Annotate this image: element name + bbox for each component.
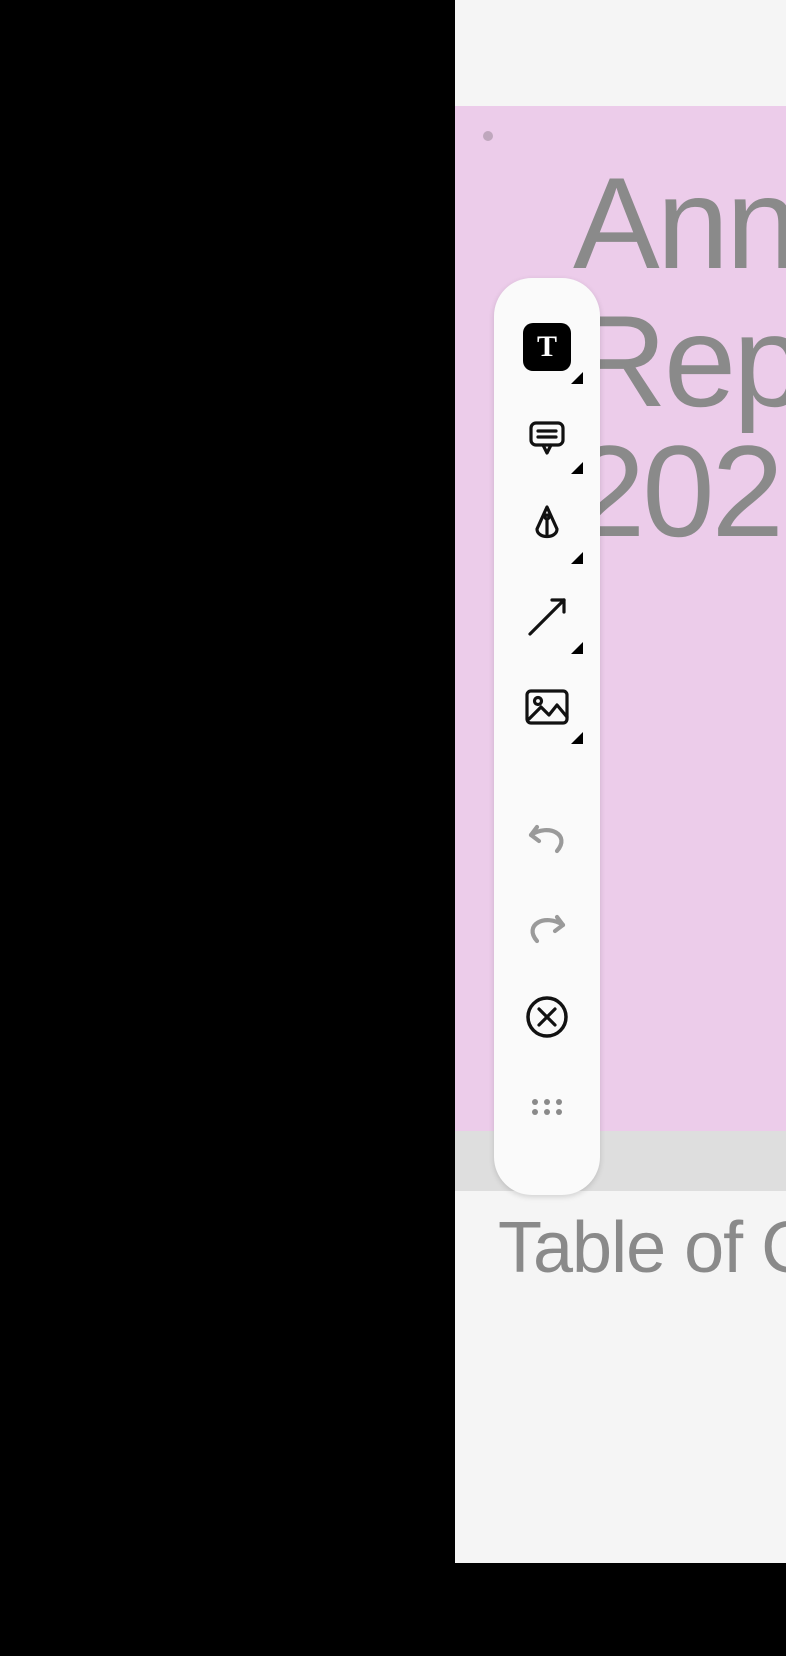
toc-entry-label: ████ ████ <box>0 494 174 526</box>
toc-entry[interactable]: ███ ██ ████ <box>0 404 455 436</box>
toc-marker-icon <box>245 1128 267 1150</box>
comment-tool-button[interactable] <box>517 392 577 482</box>
undo-icon <box>525 817 569 857</box>
close-annotations-button[interactable] <box>517 972 577 1062</box>
expand-corner-icon <box>571 732 583 744</box>
text-tool-button[interactable]: T <box>517 302 577 392</box>
toc-leader-dots <box>289 1128 455 1133</box>
bullet-icon <box>483 131 493 141</box>
toc-entry[interactable]: ████ ████ <box>0 494 455 526</box>
toc-entry[interactable]: ███ <box>0 858 455 890</box>
cover-title-line-1: Ann <box>573 166 786 280</box>
toc-leader-dots <box>128 858 455 863</box>
expand-corner-icon <box>571 372 583 384</box>
text-tool-active-chip: T <box>523 323 571 371</box>
redo-button[interactable] <box>517 882 577 972</box>
toc-entry-label: ████ ████ ████ <box>0 584 265 616</box>
toc-entry[interactable]: ████ ████ ████ <box>0 584 455 616</box>
text-tool-icon: T <box>537 330 557 364</box>
toc-entry[interactable]: ████ ████ <box>0 314 455 346</box>
fountain-pen-icon <box>525 501 569 553</box>
toc-entry-label: ████ ████ ██ <box>0 1038 223 1070</box>
expand-corner-icon <box>571 642 583 654</box>
toc-entry[interactable]: ████ ████ ████ ██ ██ ██ ███ <box>0 674 455 769</box>
undo-button[interactable] <box>517 792 577 882</box>
toc-leader-dots <box>240 494 455 499</box>
toc-entry[interactable]: ████ ████ ██ <box>0 1128 455 1160</box>
toc-marker-icon <box>84 948 106 970</box>
toc-marker-icon <box>245 1038 267 1060</box>
toc-leader-dots <box>128 948 455 953</box>
toc-marker-icon <box>84 858 106 880</box>
toc-entry[interactable]: ███ <box>0 948 455 980</box>
annotation-toolbar: T <box>494 278 600 1195</box>
toc-marker-icon <box>287 584 309 606</box>
toc-entry[interactable]: ████ ████ ██ <box>0 1038 455 1070</box>
cover-title-line-2: Rep <box>573 304 786 418</box>
image-tool-button[interactable] <box>517 662 577 752</box>
toc-marker-icon <box>196 494 218 516</box>
comment-icon <box>525 415 569 459</box>
expand-corner-icon <box>571 552 583 564</box>
toc-heading: Table of C <box>498 1207 786 1289</box>
page-margin-top <box>455 0 786 106</box>
toc-entry-label: ███ <box>0 858 62 890</box>
toc-entry-label: ████ ████ ████ ██ ██ ██ ███ <box>0 674 231 769</box>
thumbnails-sidebar <box>0 0 455 1563</box>
toc-leader-dots <box>240 314 455 319</box>
toc-leader-dots <box>289 1038 455 1043</box>
toc-leader-dots <box>268 404 455 409</box>
expand-corner-icon <box>571 462 583 474</box>
image-icon <box>523 687 571 727</box>
close-circle-icon <box>524 994 570 1040</box>
arrow-line-icon <box>522 592 572 642</box>
toc-entry-label: ████ ████ ██ <box>0 1128 223 1160</box>
toc-entry-label: ████ ████ <box>0 314 174 346</box>
drag-handle[interactable] <box>517 1062 577 1152</box>
redo-icon <box>525 907 569 947</box>
toc-marker-icon <box>253 674 275 696</box>
toc-entry-label: ███ ██ ████ <box>0 404 202 436</box>
toc-marker-icon <box>224 404 246 426</box>
line-tool-button[interactable] <box>517 572 577 662</box>
drag-handle-icon <box>527 1095 567 1119</box>
toc-leader-dots <box>331 584 455 589</box>
toc-leader-dots <box>297 674 455 679</box>
draw-tool-button[interactable] <box>517 482 577 572</box>
cover-title-line-3: 202 <box>573 434 781 548</box>
toc-marker-icon <box>196 314 218 336</box>
toc-entry-label: ███ <box>0 948 62 980</box>
